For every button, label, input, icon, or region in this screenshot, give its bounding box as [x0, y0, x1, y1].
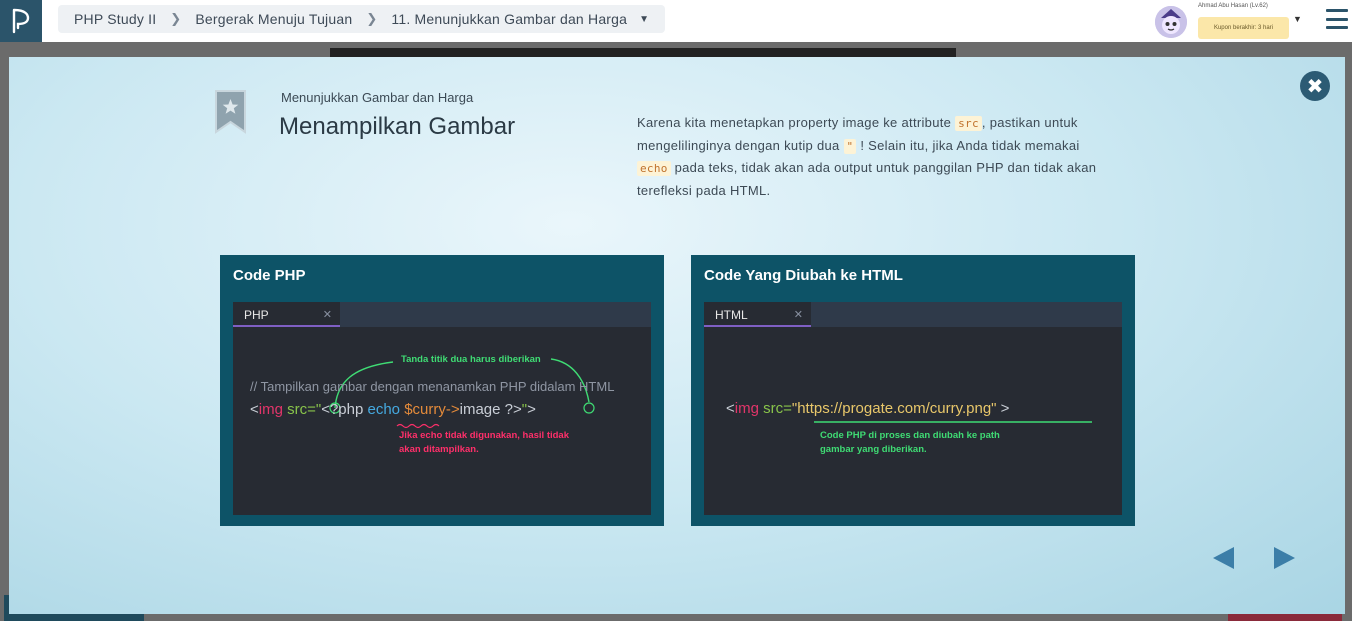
annotation-converted: Code PHP di proses dan diubah ke path ga… [820, 429, 1000, 457]
next-arrow-icon[interactable] [1274, 547, 1295, 569]
annotation-echo: Jika echo tidak digunakan, hasil tidak a… [399, 429, 569, 457]
annotation-line: Jika echo tidak digunakan, hasil tidak [399, 430, 569, 441]
code-comment: // Tampilkan gambar dengan menanamkan PH… [250, 379, 615, 394]
bookmark-star-icon [214, 89, 247, 134]
annotation-line: akan ditampilkan. [399, 444, 479, 455]
avatar[interactable] [1155, 6, 1187, 38]
code-line-html: <img src="https://progate.com/curry.png"… [726, 400, 1010, 417]
desc-text: Karena kita menetapkan property image ke… [637, 115, 956, 130]
code-editor: HTML ✕ <img src="https://progate.com/cur… [704, 302, 1122, 515]
desc-text: ! Selain itu, jika Anda tidak memakai [856, 137, 1080, 153]
code-inline-src: src [955, 116, 982, 131]
chevron-down-icon[interactable]: ▼ [1293, 14, 1302, 24]
breadcrumb-item-chapter[interactable]: Bergerak Menuju Tujuan [195, 11, 352, 27]
slide-subtitle: Menunjukkan Gambar dan Harga [281, 90, 474, 105]
close-icon[interactable]: ✖ [1300, 71, 1330, 101]
annotation-line: Code PHP di proses dan diubah ke path [820, 430, 1000, 441]
annotation-colon: Tanda titik dua harus diberikan [401, 354, 541, 365]
chevron-right-icon: ❯ [170, 11, 182, 26]
panel-title: Code Yang Diubah ke HTML [704, 267, 903, 284]
breadcrumb-item-course[interactable]: PHP Study II [74, 11, 156, 27]
panel-title: Code PHP [233, 267, 306, 284]
html-code-panel: Code Yang Diubah ke HTML HTML ✕ <img src… [691, 255, 1135, 526]
slide-description: Karena kita menetapkan property image ke… [637, 112, 1117, 201]
code-inline-echo: echo [637, 161, 671, 176]
user-menu[interactable]: Ahmad Abu Hasan (Lv.62) Kupon berakhir: … [1155, 2, 1305, 40]
user-name: Ahmad Abu Hasan (Lv.62) [1198, 3, 1268, 9]
code-editor: PHP ✕ Tanda titik dua harus diberikan //… [233, 302, 651, 515]
code-inline-quote: " [843, 138, 857, 154]
annotation-line: gambar yang diberikan. [820, 444, 927, 455]
slide-modal: ✖ Menunjukkan Gambar dan Harga Menampilk… [9, 57, 1345, 614]
progate-logo-icon[interactable] [0, 0, 42, 42]
prev-arrow-icon[interactable] [1213, 547, 1234, 569]
breadcrumb: PHP Study II ❯ Bergerak Menuju Tujuan ❯ … [58, 5, 666, 33]
coupon-badge: Kupon berakhir: 3 hari [1198, 17, 1289, 39]
slide-title: Menampilkan Gambar [279, 113, 516, 140]
chevron-down-icon[interactable]: ▼ [639, 14, 649, 25]
top-bar: PHP Study II ❯ Bergerak Menuju Tujuan ❯ … [0, 0, 1352, 42]
php-code-panel: Code PHP PHP ✕ Tanda titik dua harus dib… [220, 255, 664, 526]
hamburger-menu-icon[interactable] [1326, 9, 1348, 29]
desc-text: pada teks, tidak akan ada output untuk p… [637, 160, 1097, 198]
breadcrumb-item-lesson[interactable]: 11. Menunjukkan Gambar dan Harga [391, 11, 627, 27]
code-line-php: <img src="<?php echo $curry->image ?>"> [250, 401, 536, 418]
chevron-right-icon: ❯ [366, 11, 378, 26]
